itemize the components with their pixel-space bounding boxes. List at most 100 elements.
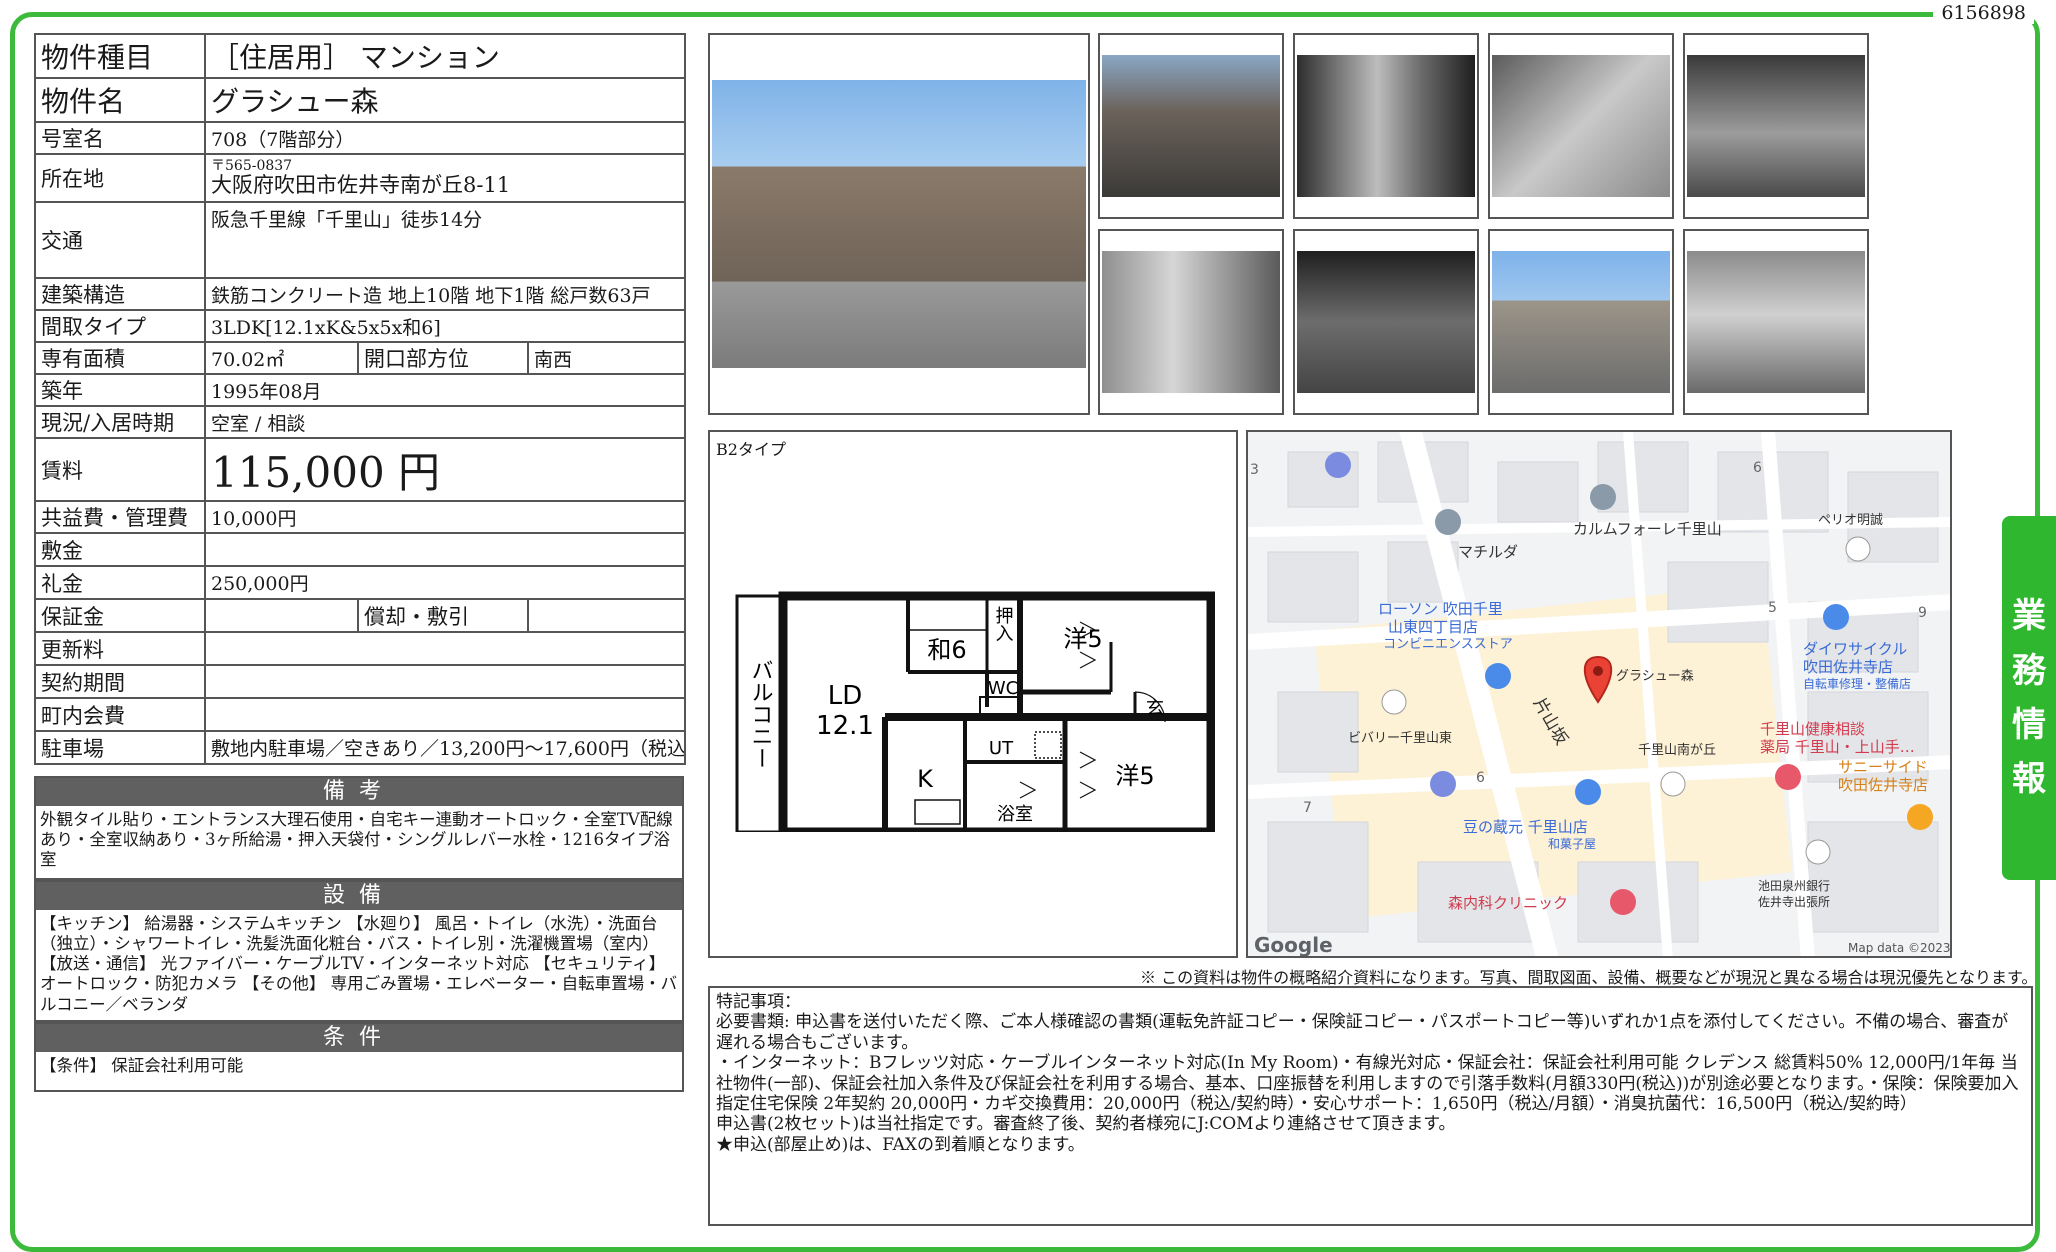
- thumbnail-image: [1297, 55, 1475, 197]
- map-label: マチルダ: [1458, 543, 1518, 561]
- status-label: 現況/入居時期: [34, 405, 206, 439]
- room-ld: LD: [828, 681, 863, 711]
- name-value: グラシュー森: [203, 77, 687, 123]
- map-label: 森内科クリニック: [1448, 894, 1568, 912]
- renewal-value: [203, 631, 687, 666]
- photo-thumbnail[interactable]: [1683, 33, 1869, 219]
- conditions-title: 条件: [36, 1024, 682, 1052]
- map-label: 薬局 千里山・上山手…: [1760, 738, 1915, 756]
- photo-thumbnail[interactable]: [1683, 229, 1869, 415]
- map-number: 5: [1768, 600, 1777, 616]
- photo-thumbnail[interactable]: [1488, 229, 1674, 415]
- room-yo2: 洋5: [1115, 762, 1154, 790]
- photo-thumbnail[interactable]: [1488, 33, 1674, 219]
- room-genkan: 玄: [1146, 698, 1164, 719]
- floor-plan: B2タイプ バルコニー LD 12.1 和6 押入 洋5 WC 玄 UT K 浴…: [708, 430, 1238, 958]
- map-label: 豆の蔵元 千里山店: [1463, 818, 1588, 836]
- room-wa: 和6: [927, 636, 966, 664]
- map-label: カルムフォーレ千里山: [1573, 520, 1722, 538]
- map-label: グラシュー森: [1616, 669, 1694, 684]
- amort-value: [526, 598, 687, 633]
- room-label: 号室名: [34, 121, 206, 155]
- shop-icon: [1575, 779, 1601, 805]
- contract-label: 契約期間: [34, 664, 206, 699]
- thumbnail-image: [1687, 55, 1865, 197]
- notes-line: 申込書(2枚セット)は当社指定です。審査終了後、契約者様宛にJ:COMより連絡さ…: [716, 1114, 1456, 1135]
- thumbnail-image: [1297, 251, 1475, 393]
- area-value: 70.02㎡: [204, 341, 359, 375]
- map-label: ビバリー千里山東: [1348, 730, 1452, 746]
- map-label: 千里山健康相談: [1760, 720, 1865, 738]
- map-label: 千里山南が丘: [1638, 742, 1716, 758]
- side-tab-char: 報: [2012, 759, 2046, 800]
- place-icon: [1805, 839, 1831, 865]
- contract-value: [203, 664, 687, 699]
- layout-label: 間取タイプ: [34, 309, 206, 343]
- clinic-icon: [1610, 889, 1636, 915]
- map-canvas: マチルダ カルムフォーレ千里山 ペリオ明誠 ローソン 吹田千里 山東四丁目店 コ…: [1248, 432, 1951, 956]
- map-label: 自転車修理・整備店: [1803, 676, 1911, 691]
- map-number: 6: [1476, 770, 1485, 786]
- renewal-label: 更新料: [34, 631, 206, 666]
- equipment-body: 【キッチン】 給湯器・システムキッチン 【水廻り】 風呂・トイレ（水洗）・洗面台…: [40, 914, 678, 1014]
- plan-type-label: B2タイプ: [716, 440, 786, 459]
- guarantee-label: 保証金: [34, 598, 206, 633]
- side-tab-char: 情: [2012, 705, 2046, 745]
- map-number: 3: [1250, 462, 1259, 478]
- key-money-value: 250,000円: [203, 565, 687, 600]
- map-number: 6: [1753, 460, 1762, 476]
- exterior-photo[interactable]: [708, 33, 1090, 415]
- photo-thumbnail[interactable]: [1098, 33, 1284, 219]
- document-number: 6156898: [1933, 2, 2034, 24]
- map-number: 7: [1303, 800, 1312, 816]
- map-label: 山東四丁目店: [1388, 618, 1478, 636]
- remarks-section: 備考 外観タイル貼り・エントランス大理石使用・自宅キー連動オートロック・全室TV…: [34, 776, 684, 880]
- room-yo1: 洋5: [1063, 625, 1102, 653]
- room-balcony: バルコニー: [748, 659, 773, 769]
- layout-value: 3LDK[12.1xK&5x5x和6]: [203, 309, 687, 343]
- name-label: 物件名: [34, 77, 206, 123]
- room-oshiire: 押入: [993, 606, 1014, 642]
- business-info-tab[interactable]: 業 務 情 報: [2002, 516, 2056, 880]
- photo-thumbnail[interactable]: [1293, 33, 1479, 219]
- restaurant-icon: [1907, 804, 1933, 830]
- room-k: K: [917, 765, 934, 793]
- location-map[interactable]: マチルダ カルムフォーレ千里山 ペリオ明誠 ローソン 吹田千里 山東四丁目店 コ…: [1246, 430, 1952, 958]
- structure-label: 建築構造: [34, 277, 206, 311]
- type-value: ［住居用］ マンション: [203, 33, 687, 79]
- transport-value: 阪急千里線「千里山」徒歩14分: [203, 201, 687, 279]
- rent-value: 115,000 円: [203, 437, 687, 502]
- special-notes: 特記事項： 必要書類: 申込書を送付いただく際、ご本人様確認の書類(運転免許証コ…: [708, 986, 2033, 1226]
- place-icon: [1590, 484, 1616, 510]
- thumbnail-image: [1492, 251, 1670, 393]
- direction-value: 南西: [526, 341, 687, 375]
- built-value: 1995年08月: [203, 373, 687, 407]
- photo-thumbnail[interactable]: [1098, 229, 1284, 415]
- address-label: 所在地: [34, 153, 206, 203]
- deposit-label: 敷金: [34, 532, 206, 567]
- shop-icon: [1485, 663, 1511, 689]
- room-ld-size: 12.1: [816, 711, 874, 741]
- fee-label: 共益費・管理費: [34, 500, 206, 534]
- disclaimer-text: ※ この資料は物件の概略紹介資料になります。写真、間取図面、設備、概要などが現況…: [1140, 968, 2038, 987]
- exterior-photo-image: [712, 80, 1086, 368]
- remarks-body: 外観タイル貼り・エントランス大理石使用・自宅キー連動オートロック・全室TV配線あ…: [40, 810, 673, 870]
- equipment-title: 設備: [36, 882, 682, 910]
- map-label: ローソン 吹田千里: [1378, 600, 1503, 618]
- guarantee-value: [204, 598, 359, 633]
- map-label: 吹田佐井寺店: [1838, 776, 1928, 794]
- conditions-body: 【条件】 保証会社利用可能: [40, 1056, 244, 1075]
- map-label: 吹田佐井寺店: [1803, 658, 1893, 676]
- map-label: 和菓子屋: [1548, 837, 1596, 851]
- equipment-section: 設備 【キッチン】 給湯器・システムキッチン 【水廻り】 風呂・トイレ（水洗）・…: [34, 880, 684, 1022]
- map-attribution: Map data ©2023: [1848, 941, 1951, 955]
- pharmacy-icon: [1775, 764, 1801, 790]
- place-icon: [1381, 689, 1407, 715]
- amort-label: 償却・敷引: [357, 598, 529, 633]
- notes-line: ・インターネット：Bフレッツ対応・ケーブルインターネット対応(In My Roo…: [716, 1053, 2019, 1114]
- map-number: 9: [1918, 605, 1927, 621]
- address-zip: 〒565-0837: [211, 157, 293, 174]
- floor-plan-drawing: バルコニー LD 12.1 和6 押入 洋5 WC 玄 UT K 浴室 洋5: [735, 591, 1215, 832]
- property-table: 物件種目 ［住居用］ マンション 物件名 グラシュー森 号室名 708（7階部分） 所…: [34, 33, 687, 765]
- photo-thumbnail[interactable]: [1293, 229, 1479, 415]
